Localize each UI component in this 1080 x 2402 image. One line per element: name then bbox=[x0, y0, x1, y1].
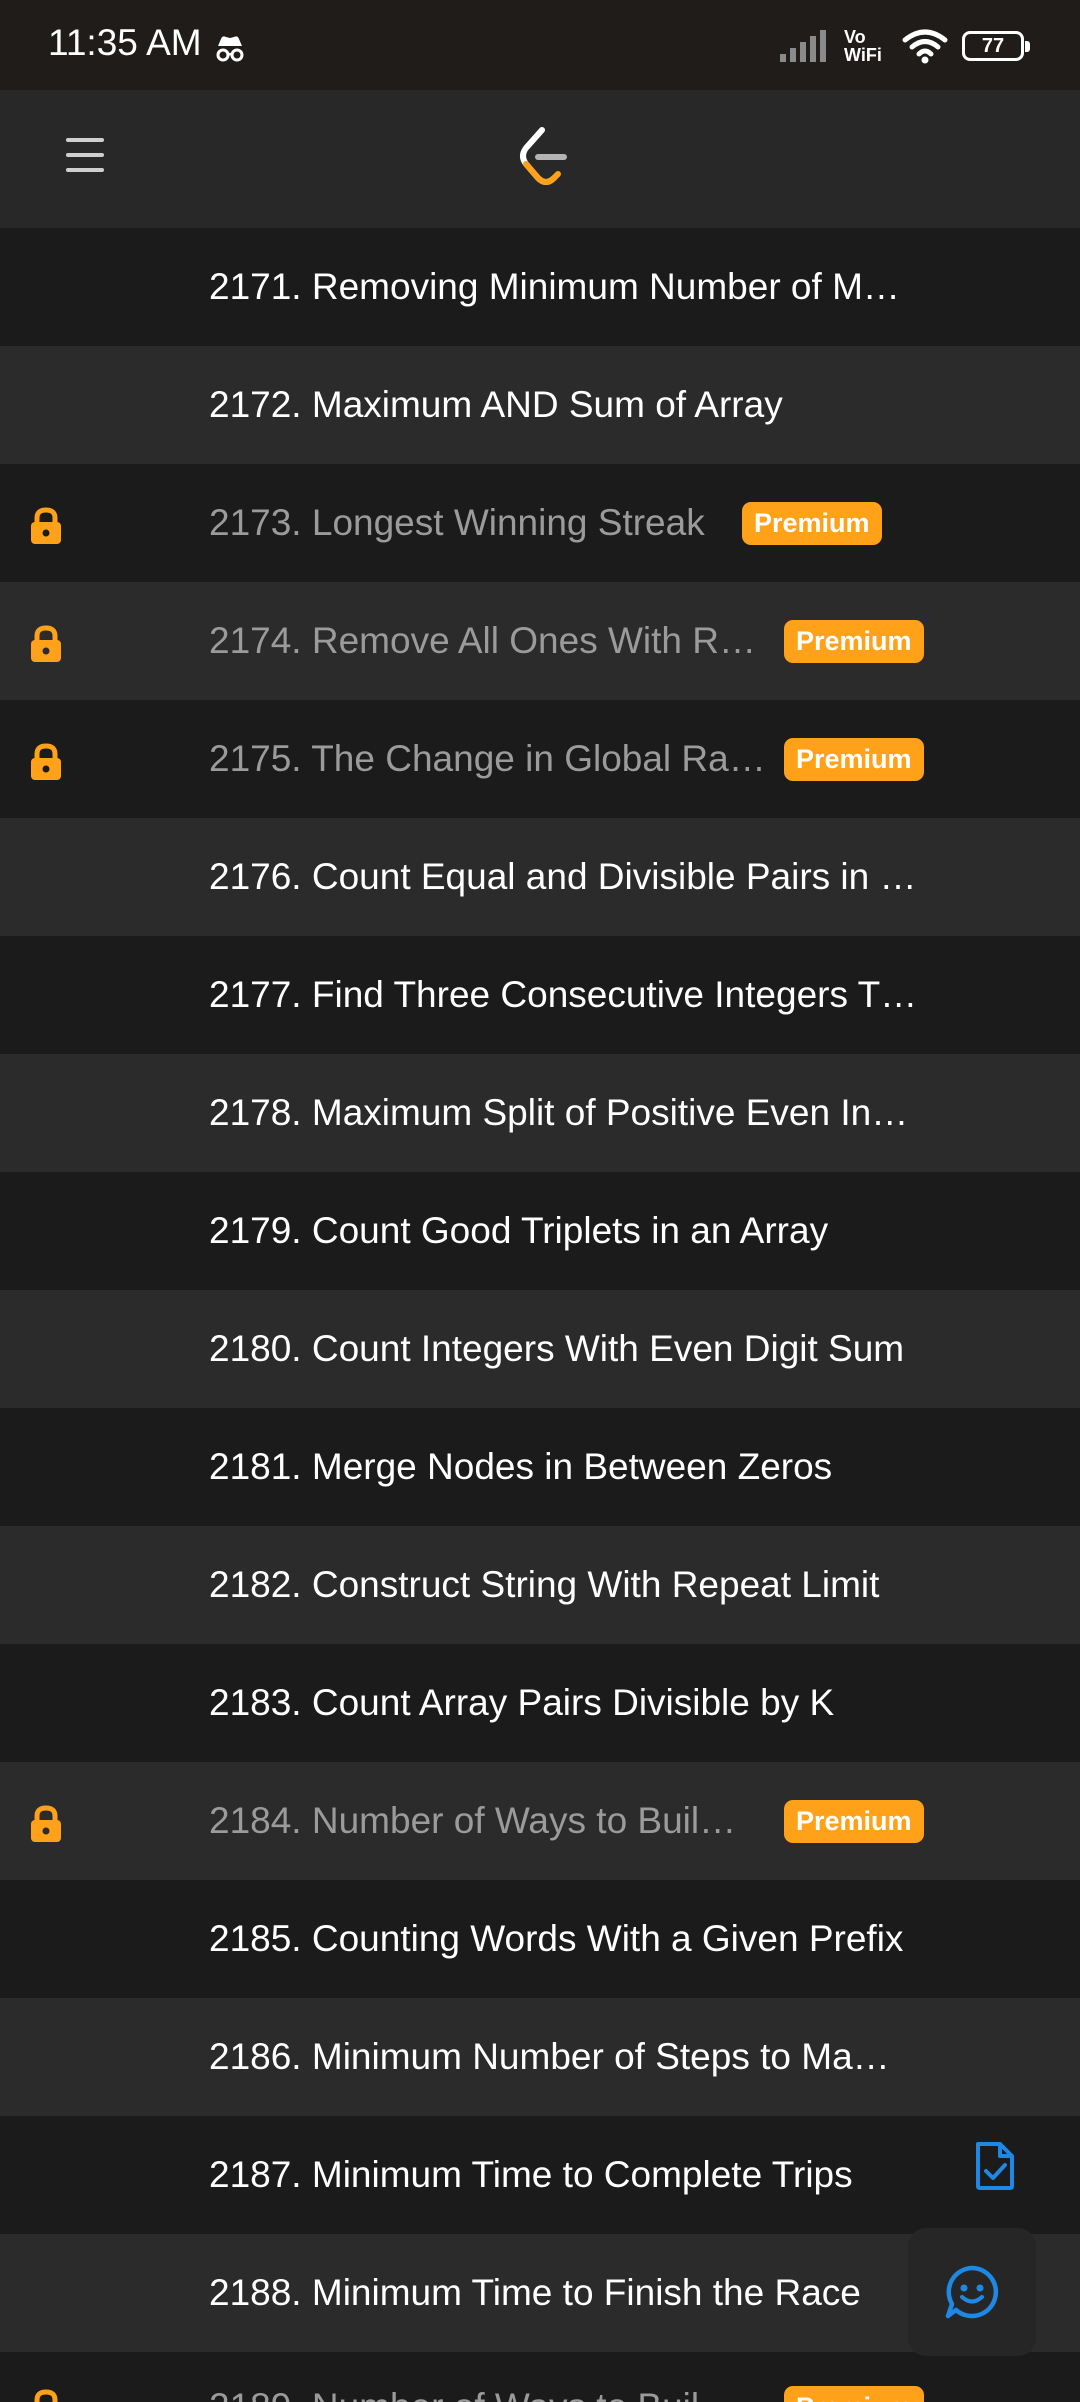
problem-title: 2171. Removing Minimum Number of M… bbox=[209, 266, 900, 307]
premium-badge: Premium bbox=[784, 738, 924, 781]
problem-title: 2186. Minimum Number of Steps to Ma… bbox=[209, 2036, 890, 2077]
problem-title: 2188. Minimum Time to Finish the Race bbox=[209, 2272, 861, 2313]
problem-title: 2173. Longest Winning Streak bbox=[209, 502, 705, 543]
problem-title: 2178. Maximum Split of Positive Even In… bbox=[209, 1092, 909, 1133]
problem-title: 2179. Count Good Triplets in an Array bbox=[209, 1210, 829, 1251]
leetcode-logo-icon[interactable] bbox=[518, 126, 570, 188]
list-item[interactable]: 2171. Removing Minimum Number of M… bbox=[0, 228, 1080, 346]
problem-title: 2185. Counting Words With a Given Prefix bbox=[209, 1918, 904, 1959]
problem-title: 2183. Count Array Pairs Divisible by K bbox=[209, 1682, 835, 1723]
lock-icon bbox=[31, 1805, 61, 1842]
lock-icon bbox=[31, 743, 61, 780]
vowifi-label: Vo WiFi bbox=[844, 27, 882, 65]
wifi-icon bbox=[902, 29, 948, 64]
list-item[interactable]: 2174. Remove All Ones With R… Premium bbox=[0, 582, 1080, 700]
list-item[interactable]: 2187. Minimum Time to Complete Trips bbox=[0, 2116, 1080, 2234]
problem-title: 2182. Construct String With Repeat Limit bbox=[209, 1564, 880, 1605]
status-bar: 11:35 AM Vo WiFi 77 bbox=[0, 0, 1080, 90]
list-item[interactable]: 2177. Find Three Consecutive Integers T… bbox=[0, 936, 1080, 1054]
list-item[interactable]: 2184. Number of Ways to Buil… Premium bbox=[0, 1762, 1080, 1880]
problem-title: 2181. Merge Nodes in Between Zeros bbox=[209, 1446, 833, 1487]
incognito-icon bbox=[216, 36, 244, 62]
list-item[interactable]: 2186. Minimum Number of Steps to Ma… bbox=[0, 1998, 1080, 2116]
problem-title: 2187. Minimum Time to Complete Trips bbox=[209, 2154, 853, 2195]
list-item[interactable]: 2179. Count Good Triplets in an Array bbox=[0, 1172, 1080, 1290]
list-item[interactable]: 2172. Maximum AND Sum of Array bbox=[0, 346, 1080, 464]
signal-icon bbox=[780, 30, 826, 62]
problem-title: 2177. Find Three Consecutive Integers T… bbox=[209, 974, 918, 1015]
list-item[interactable]: 2176. Count Equal and Divisible Pairs in… bbox=[0, 818, 1080, 936]
smiley-feedback-icon bbox=[945, 2265, 999, 2319]
list-item[interactable]: 2185. Counting Words With a Given Prefix bbox=[0, 1880, 1080, 1998]
problem-title: 2189. Number of Ways to Buil… bbox=[209, 2352, 736, 2402]
problem-title: 2184. Number of Ways to Buil… bbox=[209, 1800, 737, 1841]
list-item[interactable]: 2178. Maximum Split of Positive Even In… bbox=[0, 1054, 1080, 1172]
problem-title: 2175. The Change in Global Ra… bbox=[209, 738, 766, 779]
feedback-button[interactable] bbox=[908, 2228, 1036, 2356]
list-item[interactable]: 2181. Merge Nodes in Between Zeros bbox=[0, 1408, 1080, 1526]
list-item[interactable]: 2183. Count Array Pairs Divisible by K bbox=[0, 1644, 1080, 1762]
lock-icon bbox=[31, 507, 61, 544]
battery-icon: 77 bbox=[962, 31, 1030, 61]
list-item[interactable]: 2189. Number of Ways to Buil… Premium bbox=[0, 2352, 1080, 2402]
list-item[interactable]: 2175. The Change in Global Ra… Premium bbox=[0, 700, 1080, 818]
lock-icon bbox=[31, 625, 61, 662]
status-icons: Vo WiFi 77 bbox=[780, 22, 1030, 70]
problem-list: 2171. Removing Minimum Number of M… 2172… bbox=[0, 228, 1080, 2402]
problem-title: 2174. Remove All Ones With R… bbox=[209, 620, 756, 661]
premium-badge: Premium bbox=[742, 502, 882, 545]
problem-title: 2176. Count Equal and Divisible Pairs in… bbox=[209, 856, 917, 897]
list-item[interactable]: 2182. Construct String With Repeat Limit bbox=[0, 1526, 1080, 1644]
list-item[interactable]: 2180. Count Integers With Even Digit Sum bbox=[0, 1290, 1080, 1408]
list-item[interactable]: 2173. Longest Winning Streak Premium bbox=[0, 464, 1080, 582]
premium-badge: Premium bbox=[784, 620, 924, 663]
problem-title: 2180. Count Integers With Even Digit Sum bbox=[209, 1328, 905, 1369]
status-time: 11:35 AM bbox=[48, 22, 202, 63]
app-header bbox=[0, 90, 1080, 228]
premium-badge: Premium bbox=[784, 1800, 924, 1843]
hamburger-menu-icon[interactable] bbox=[66, 138, 104, 178]
file-check-icon[interactable] bbox=[972, 2140, 1018, 2192]
problem-title: 2172. Maximum AND Sum of Array bbox=[209, 384, 783, 425]
